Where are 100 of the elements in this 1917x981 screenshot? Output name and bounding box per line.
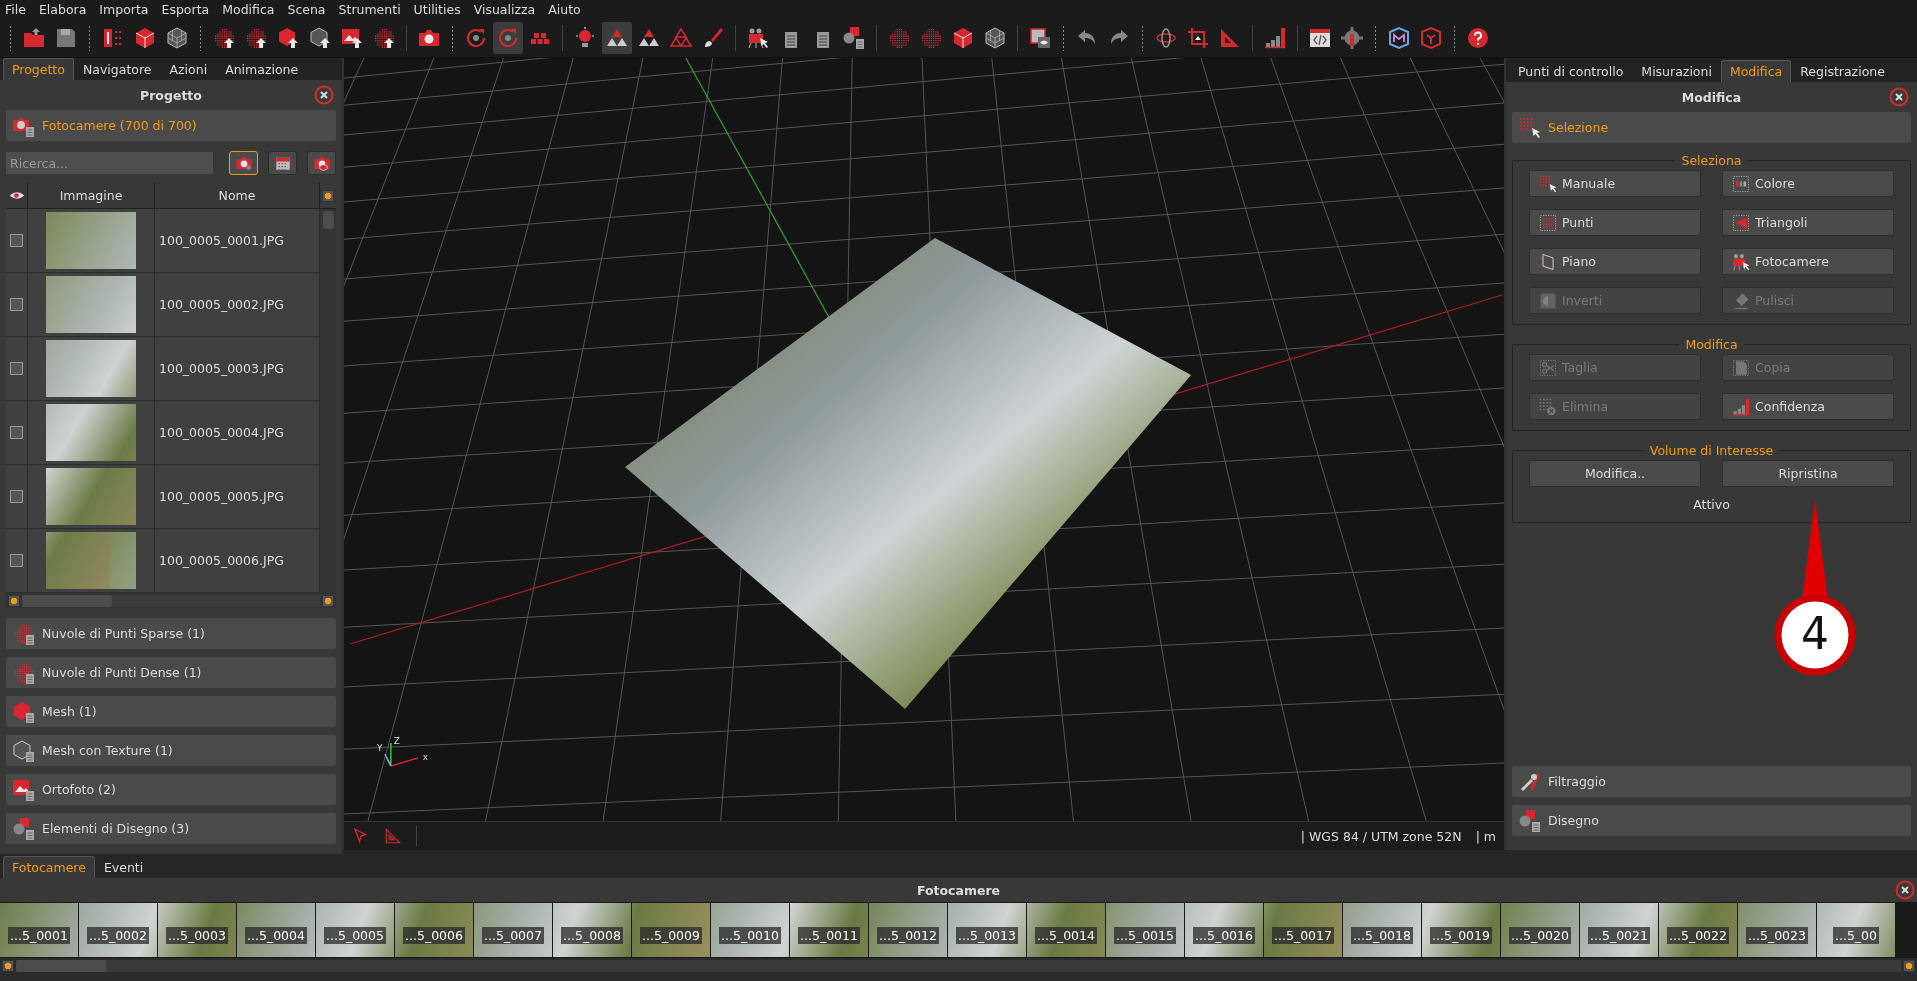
menu-item[interactable]: Elabora xyxy=(38,2,87,17)
tool-button[interactable]: Modifica.. xyxy=(1529,460,1701,487)
panel-tab[interactable]: Navigatore xyxy=(73,58,161,80)
checkbox[interactable] xyxy=(10,554,23,567)
section-header[interactable]: Mesh con Texture (1) xyxy=(6,735,336,766)
section-header[interactable]: Ortofoto (2) xyxy=(6,774,336,805)
tool-button[interactable]: Triangoli xyxy=(1722,209,1894,236)
menu-item[interactable]: Aiuto xyxy=(548,2,581,17)
search-field[interactable]: Ricerca... xyxy=(6,152,214,174)
scroll-right-button[interactable] xyxy=(1903,959,1915,972)
checkbox[interactable] xyxy=(10,234,23,247)
filter-button[interactable] xyxy=(268,151,298,175)
photo-placeholder[interactable]: ...5_0006 xyxy=(395,903,473,957)
photo-placeholder[interactable]: ...5_0016 xyxy=(1185,903,1263,957)
photo-placeholder[interactable]: ...5_0007 xyxy=(474,903,552,957)
photo-placeholder[interactable]: ...5_0005 xyxy=(316,903,394,957)
scrollbar[interactable] xyxy=(16,959,1901,972)
photo-placeholder[interactable]: ...5_0003 xyxy=(158,903,236,957)
menu-item[interactable]: Importa xyxy=(99,2,149,17)
section-header[interactable]: Nuvole di Punti Dense (1) xyxy=(6,657,336,688)
filter-button[interactable] xyxy=(229,151,259,175)
table-cell: 100_0005_0002.JPG xyxy=(159,297,284,312)
section-header[interactable]: Mesh (1) xyxy=(6,696,336,727)
section-header[interactable]: Selezione xyxy=(1512,112,1911,143)
photo-placeholder[interactable]: ...5_0001 xyxy=(0,903,78,957)
3d-viewport[interactable]: Y Z x xyxy=(344,58,1504,821)
thumbnail-label: ...5_0022 xyxy=(1667,926,1729,944)
checkbox[interactable] xyxy=(10,490,23,503)
crop-icon xyxy=(1186,26,1210,50)
checkbox[interactable] xyxy=(10,298,23,311)
scrollbar[interactable] xyxy=(320,209,336,593)
column-header[interactable]: Nome xyxy=(155,183,320,208)
photo-placeholder[interactable]: ...5_0004 xyxy=(237,903,315,957)
filter-button[interactable] xyxy=(307,151,336,175)
section-header[interactable]: Disegno xyxy=(1512,805,1911,836)
shapes-document-icon xyxy=(842,26,866,50)
close-icon[interactable] xyxy=(314,85,334,105)
section-header[interactable]: Nuvole di Punti Sparse (1) xyxy=(6,618,336,649)
tool-button[interactable]: Manuale xyxy=(1529,170,1701,197)
photo-placeholder[interactable]: ...5_0023 xyxy=(1738,903,1816,957)
axis-label: Z xyxy=(393,736,400,746)
tool-button[interactable]: Confidenza xyxy=(1722,393,1894,420)
close-icon[interactable] xyxy=(1889,87,1909,107)
photo-placeholder[interactable]: ...5_0022 xyxy=(1659,903,1737,957)
panel-tab[interactable]: Punti di controllo xyxy=(1509,60,1633,82)
thumbnail-label: ...5_0004 xyxy=(245,926,307,944)
panel-tab[interactable]: Animazione xyxy=(216,58,308,80)
wireframe-cube-icon xyxy=(983,26,1007,50)
menu-item[interactable]: File xyxy=(5,2,26,17)
scroll-left-button[interactable] xyxy=(8,594,20,607)
photo-placeholder[interactable]: ...5_0019 xyxy=(1422,903,1500,957)
panel-tab[interactable]: Modifica xyxy=(1720,60,1792,82)
scroll-left-button[interactable] xyxy=(2,959,14,972)
triangles-button[interactable] xyxy=(602,22,632,54)
scrollbar[interactable] xyxy=(22,594,320,607)
photo-placeholder[interactable]: ...5_0014 xyxy=(1027,903,1105,957)
photo-placeholder[interactable]: ...5_00 xyxy=(1817,903,1895,957)
menu-item[interactable]: Visualizza xyxy=(473,2,536,17)
tool-button[interactable]: Piano xyxy=(1529,248,1701,275)
section-header[interactable]: Filtraggio xyxy=(1512,766,1911,797)
photo-placeholder[interactable]: ...5_0011 xyxy=(790,903,868,957)
menu-item[interactable]: Utilities xyxy=(413,2,461,17)
panel-tab[interactable]: Registrazione xyxy=(1791,60,1894,82)
tool-button[interactable]: Colore xyxy=(1722,170,1894,197)
checkbox[interactable] xyxy=(10,362,23,375)
scroll-right-button[interactable] xyxy=(322,594,334,607)
menu-item[interactable]: Strumenti xyxy=(338,2,401,17)
tool-button[interactable]: Ripristina xyxy=(1722,460,1894,487)
photo-placeholder[interactable]: ...5_0002 xyxy=(79,903,157,957)
photo-placeholder[interactable]: ...5_0013 xyxy=(948,903,1026,957)
tool-button[interactable]: Punti xyxy=(1529,209,1701,236)
section-header[interactable]: Elementi di Disegno (3) xyxy=(6,813,336,844)
panel-tab[interactable]: Progetto xyxy=(3,58,74,80)
photo-placeholder[interactable]: ...5_0017 xyxy=(1264,903,1342,957)
photo-placeholder[interactable]: ...5_0020 xyxy=(1501,903,1579,957)
column-header[interactable]: Immagine xyxy=(28,183,155,208)
panel-tab[interactable]: Eventi xyxy=(94,856,153,878)
menu-item[interactable]: Scena xyxy=(287,2,326,17)
photo-placeholder[interactable]: ...5_0009 xyxy=(632,903,710,957)
thumbnail-label: ...5_0006 xyxy=(403,926,465,944)
photo-placeholder[interactable]: ...5_0018 xyxy=(1343,903,1421,957)
cursor-icon[interactable] xyxy=(352,827,370,845)
photo-placeholder[interactable]: ...5_0021 xyxy=(1580,903,1658,957)
photo-placeholder[interactable]: ...5_0015 xyxy=(1106,903,1184,957)
section-header[interactable]: Fotocamere (700 di 700) xyxy=(6,110,336,141)
eye-icon[interactable] xyxy=(8,190,25,201)
tool-button[interactable]: Fotocamere xyxy=(1722,248,1894,275)
checkbox[interactable] xyxy=(10,426,23,439)
photo-placeholder[interactable]: ...5_0012 xyxy=(869,903,947,957)
photo-placeholder[interactable]: ...5_0010 xyxy=(711,903,789,957)
menu-item[interactable]: Esporta xyxy=(161,2,210,17)
panel-tab[interactable]: Misurazioni xyxy=(1632,60,1721,82)
photo-placeholder[interactable]: ...5_0008 xyxy=(553,903,631,957)
corner-button[interactable] xyxy=(322,189,334,202)
panel-tab[interactable]: Fotocamere xyxy=(3,856,95,878)
circular-arrow-button[interactable] xyxy=(493,22,523,54)
panel-tab[interactable]: Azioni xyxy=(160,58,217,80)
cube-upload-icon xyxy=(276,26,300,50)
menu-item[interactable]: Modifica xyxy=(222,2,275,17)
close-icon[interactable] xyxy=(1895,880,1915,900)
